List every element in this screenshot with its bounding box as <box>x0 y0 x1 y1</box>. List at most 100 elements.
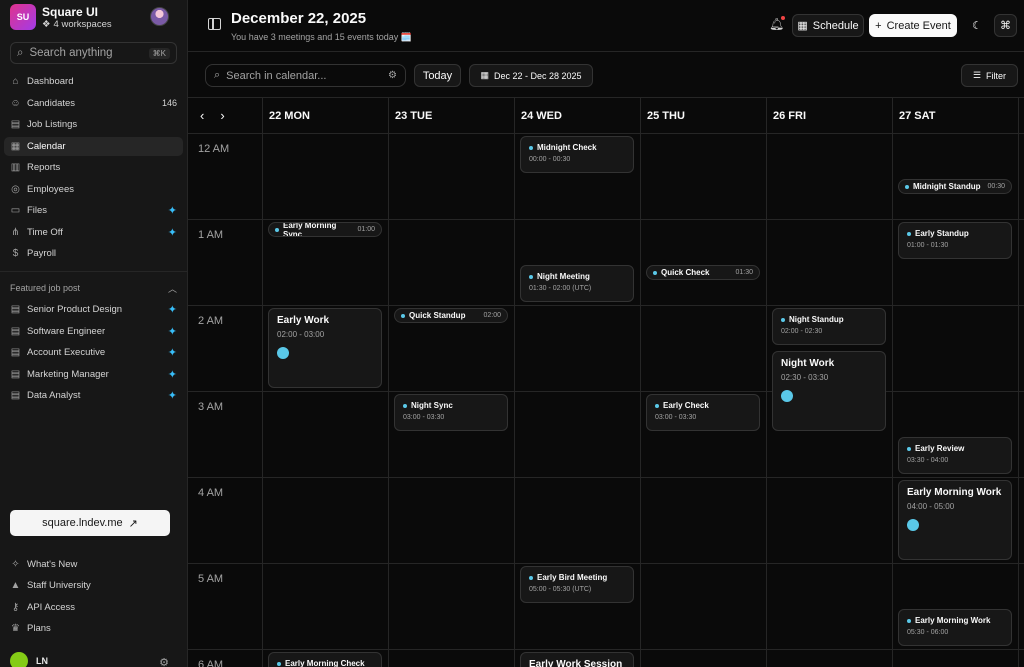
chevron-left-icon[interactable]: ‹ <box>200 108 204 123</box>
sidebar-item-calendar[interactable]: ▦ Calendar <box>4 136 183 156</box>
event-card[interactable]: Quick Standup 02:00 <box>394 308 508 323</box>
sidebar-item-job-listings[interactable]: ▤ Job Listings <box>4 115 183 134</box>
create-event-button[interactable]: + Create Event <box>869 14 957 37</box>
event-time: 01:30 <box>735 269 753 276</box>
day-header[interactable]: 22 MON <box>262 98 388 133</box>
schedule-button[interactable]: ▦ Schedule <box>792 14 864 37</box>
event-card[interactable]: Night Work 02:30 - 03:30 <box>772 351 886 431</box>
filter-button[interactable]: ☰ Filter <box>961 64 1018 87</box>
github-button[interactable]: ⌘ <box>994 14 1017 37</box>
sidebar-item-candidates[interactable]: ☺ Candidates 146 <box>4 94 183 113</box>
calendar-icon: ▦ <box>480 70 489 80</box>
workspace-logo: SU <box>10 4 36 30</box>
sidebar-item-label: Plans <box>27 623 51 634</box>
main: December 22, 2025 You have 3 meetings an… <box>188 0 1024 667</box>
event-card[interactable]: Early Work Session <box>520 652 634 667</box>
share-icon: ⋔ <box>11 226 20 238</box>
event-card[interactable]: Early Morning Work 05:30 - 06:00 <box>898 609 1012 646</box>
sidebar-item-whats-new[interactable]: ✧ What's New <box>4 555 183 574</box>
event-card[interactable]: Early Morning Work 04:00 - 05:00 <box>898 480 1012 560</box>
event-time: 01:00 <box>357 226 375 233</box>
day-header[interactable]: 23 TUE <box>388 98 514 133</box>
sidebar-item-reports[interactable]: ▥ Reports <box>4 158 183 177</box>
sidebar-item-label: Time Off <box>27 226 63 238</box>
sidebar-item-files[interactable]: ▭ Files ✦ <box>4 201 183 220</box>
grid-line <box>188 219 1024 220</box>
event-time: 01:00 - 01:30 <box>907 242 949 249</box>
theme-toggle-button[interactable]: ☾ <box>965 14 989 37</box>
sidebar-item-dashboard[interactable]: ⌂ Dashboard <box>4 72 183 91</box>
event-title: Night Meeting <box>529 272 625 281</box>
event-time: 02:00 - 03:00 <box>277 330 325 339</box>
featured-item-label: Software Engineer <box>27 325 106 337</box>
event-time: 00:30 <box>987 183 1005 190</box>
featured-item-label: Data Analyst <box>27 390 81 401</box>
event-title: Early Review <box>907 444 1003 453</box>
settings-icon[interactable]: ⚙ <box>388 70 397 81</box>
user-menu[interactable]: LN <box>10 652 48 667</box>
event-card[interactable]: Early Bird Meeting 05:00 - 05:30 (UTC) <box>520 566 634 603</box>
event-card[interactable]: Early Review 03:30 - 04:00 <box>898 437 1012 474</box>
crown-icon: ♛ <box>11 623 20 634</box>
sparkle-icon: ✦ <box>167 325 177 338</box>
featured-item[interactable]: ▤ Account Executive ✦ <box>4 343 183 362</box>
event-time: 03:00 - 03:30 <box>403 414 445 421</box>
featured-item[interactable]: ▤ Senior Product Design ✦ <box>4 300 183 319</box>
sidebar-item-api-access[interactable]: ⚷ API Access <box>4 598 183 617</box>
create-event-label: Create Event <box>886 19 951 32</box>
sidebar-item-plans[interactable]: ♛ Plans <box>4 619 183 638</box>
day-header[interactable]: 24 WED <box>514 98 640 133</box>
sidebar-item-staff-university[interactable]: ▲ Staff University <box>4 576 183 595</box>
event-card[interactable]: Night Standup 02:00 - 02:30 <box>772 308 886 345</box>
today-button[interactable]: Today <box>414 64 461 87</box>
sidebar-item-time-off[interactable]: ⋔ Time Off ✦ <box>4 223 183 242</box>
featured-item[interactable]: ▤ Marketing Manager ✦ <box>4 365 183 384</box>
event-time: 02:30 - 03:30 <box>781 373 829 382</box>
sidebar-item-payroll[interactable]: $ Payroll <box>4 244 183 263</box>
user-initials: LN <box>36 656 48 666</box>
file-icon: ▤ <box>10 325 21 337</box>
event-card[interactable]: Midnight Standup 00:30 <box>898 179 1012 194</box>
event-time: 01:30 - 02:00 (UTC) <box>529 285 592 292</box>
avatar[interactable] <box>150 7 169 26</box>
sidebar-item-label: What's New <box>27 558 78 570</box>
day-header[interactable]: 26 FRI <box>766 98 892 133</box>
featured-item-label: Senior Product Design <box>27 304 123 315</box>
day-header[interactable]: 27 SAT <box>892 98 1018 133</box>
search-input[interactable]: ⌕ Search anything ⌘K <box>10 42 177 64</box>
event-title: Early Check <box>655 401 751 410</box>
event-card[interactable]: Early Standup 01:00 - 01:30 <box>898 222 1012 259</box>
event-card[interactable]: Quick Check 01:30 <box>646 265 760 280</box>
sidebar-item-employees[interactable]: ◎ Employees <box>4 180 183 199</box>
featured-item[interactable]: ▤ Software Engineer ✦ <box>4 322 183 341</box>
featured-item[interactable]: ▤ Data Analyst ✦ <box>4 386 183 405</box>
promo-button[interactable]: square.lndev.me ↗ <box>10 510 170 536</box>
sidebar-toggle-icon[interactable] <box>208 18 221 30</box>
calendar-toolbar: ⌕ Search in calendar... ⚙ Today ▦ Dec 22 … <box>188 52 1024 98</box>
event-card[interactable]: Night Sync 03:00 - 03:30 <box>394 394 508 431</box>
event-card[interactable]: Midnight Check 00:00 - 00:30 <box>520 136 634 173</box>
event-card[interactable]: Early Morning Check <box>268 652 382 667</box>
grid-line <box>188 563 1024 564</box>
event-card[interactable]: Night Meeting 01:30 - 02:00 (UTC) <box>520 265 634 302</box>
event-title: Early Work Session <box>529 659 623 667</box>
calendar-icon: ▦ <box>10 140 21 152</box>
file-icon: ▤ <box>10 119 21 130</box>
date-range-button[interactable]: ▦ Dec 22 - Dec 28 2025 <box>469 64 593 87</box>
chevron-right-icon[interactable]: › <box>220 108 224 123</box>
plus-icon: + <box>875 19 882 32</box>
day-header[interactable]: 25 THU <box>640 98 766 133</box>
filter-label: Filter <box>986 70 1007 81</box>
event-card[interactable]: Early Morning Sync 01:00 <box>268 222 382 237</box>
event-title: Early Standup <box>907 229 1003 238</box>
location-icon: ◎ <box>11 183 20 195</box>
event-card[interactable]: Early Work 02:00 - 03:00 <box>268 308 382 388</box>
featured-header[interactable]: Featured job post ︿ <box>0 280 187 296</box>
event-time: 05:30 - 06:00 <box>907 629 949 636</box>
sidebar-item-label: API Access <box>27 601 76 613</box>
settings-icon[interactable]: ⚙ <box>159 656 169 667</box>
event-title: Night Standup <box>781 315 877 324</box>
event-title: Early Morning Check <box>277 659 373 667</box>
calendar-search-input[interactable]: ⌕ Search in calendar... ⚙ <box>205 64 406 87</box>
event-card[interactable]: Early Check 03:00 - 03:30 <box>646 394 760 431</box>
